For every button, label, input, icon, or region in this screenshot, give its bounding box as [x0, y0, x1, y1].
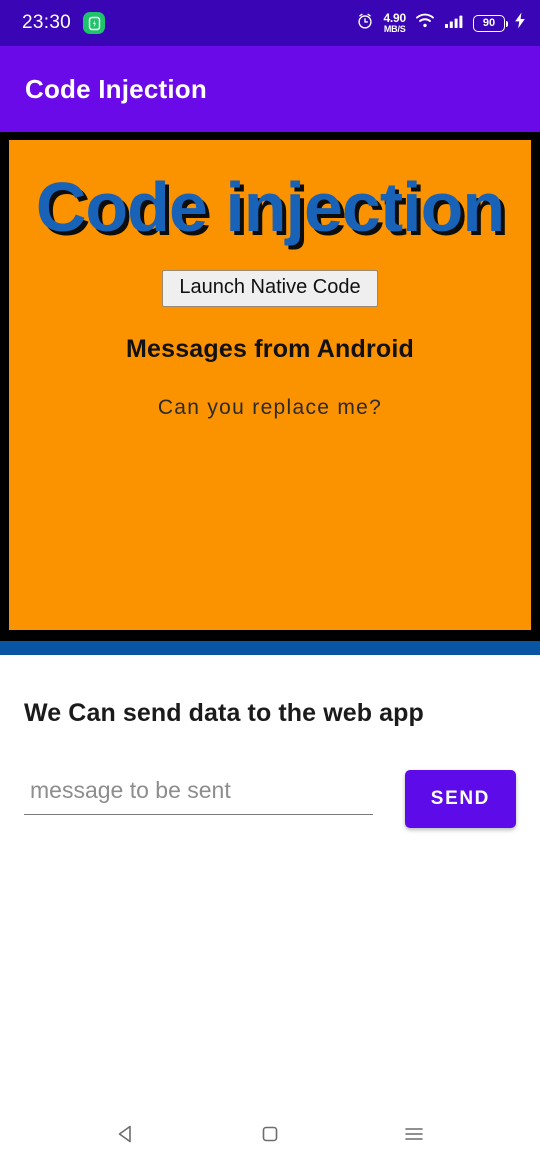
cellular-signal-icon — [444, 13, 464, 34]
web-paragraph: Can you replace me? — [157, 396, 383, 420]
recents-menu-icon[interactable] — [391, 1111, 437, 1157]
home-square-icon[interactable] — [247, 1111, 293, 1157]
wifi-icon — [415, 12, 435, 34]
battery-indicator: 90 — [473, 14, 509, 32]
message-field-wrapper — [24, 777, 373, 821]
network-speed-value: 4.90 — [383, 11, 406, 25]
status-bar: 23:30 4.90 MB/S 90 — [0, 0, 540, 46]
send-button[interactable]: SEND — [404, 770, 516, 828]
app-bar: Code Injection — [0, 46, 540, 132]
network-speed-unit: MB/S — [383, 24, 406, 34]
message-input[interactable] — [24, 777, 373, 815]
native-section: We Can send data to the web app SEND — [0, 655, 540, 828]
charging-bolt-icon — [514, 12, 526, 34]
battery-level: 90 — [482, 17, 496, 29]
page-title: Code Injection — [25, 73, 207, 104]
launch-native-code-button[interactable]: Launch Native Code — [162, 270, 378, 308]
back-triangle-icon[interactable] — [103, 1111, 149, 1157]
battery-saver-icon — [83, 12, 106, 34]
alarm-icon — [356, 12, 374, 35]
status-clock: 23:30 — [22, 12, 72, 33]
web-subheading: Messages from Android — [125, 335, 415, 364]
network-speed-indicator: 4.90 MB/S — [383, 12, 406, 34]
status-bar-right: 4.90 MB/S 90 — [356, 12, 526, 35]
android-navigation-bar — [0, 1098, 540, 1170]
blue-divider — [0, 641, 540, 655]
web-heading: Code injection — [35, 168, 505, 246]
message-input-row: SEND — [24, 770, 516, 828]
webview-container: Code injection Launch Native Code Messag… — [0, 132, 540, 641]
status-bar-left: 23:30 — [22, 12, 106, 34]
web-page-content: Code injection Launch Native Code Messag… — [9, 140, 531, 630]
native-section-title: We Can send data to the web app — [24, 699, 424, 727]
